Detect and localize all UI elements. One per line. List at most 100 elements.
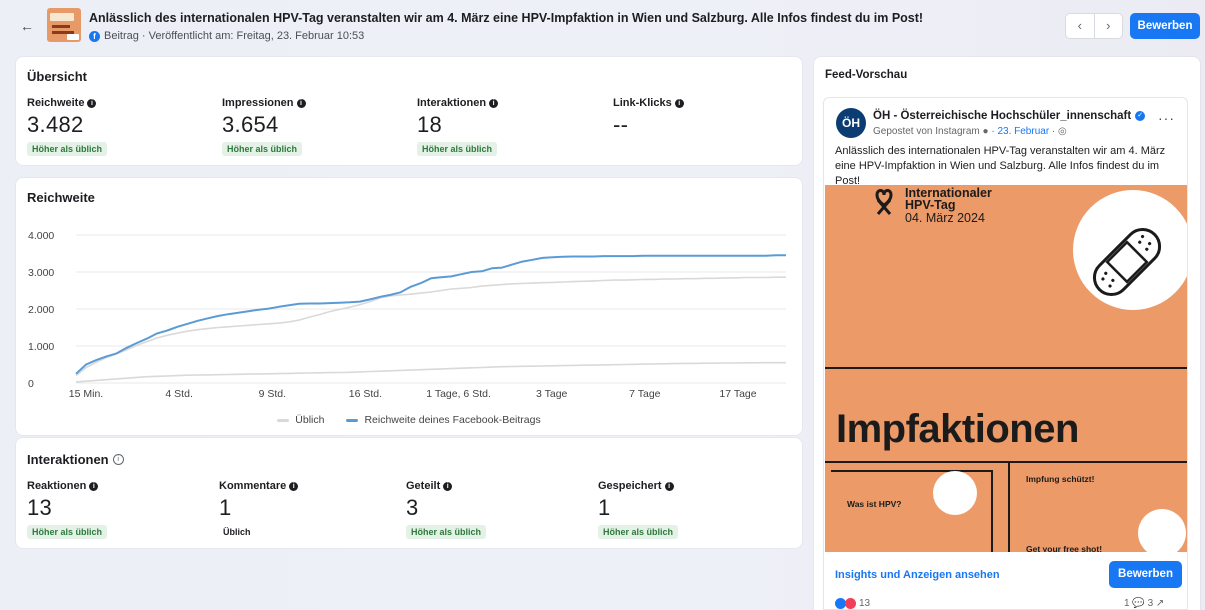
bandage-icon: [1092, 227, 1162, 297]
status-badge: Üblich: [223, 527, 251, 537]
metric-value: 13: [27, 495, 53, 520]
poster-right-subheading: Get your free shot!: [1026, 544, 1103, 552]
chart-legend: Üblich Reichweite deines Facebook-Beitra…: [16, 414, 802, 426]
poster-title: Internationaler HPV-Tag: [905, 187, 992, 212]
metric-label: Interaktionen: [417, 97, 487, 109]
back-arrow-icon[interactable]: ←: [20, 18, 34, 34]
metric-label: Reaktionen: [27, 480, 87, 492]
post-navigation: ‹ ›: [1065, 13, 1123, 39]
metric-label: Gespeichert: [598, 480, 662, 492]
more-options-icon[interactable]: ···: [1158, 110, 1175, 126]
metric-label: Geteilt: [406, 480, 441, 492]
y-tick-label: 0: [28, 378, 34, 390]
x-tick-label: 4 Std.: [165, 388, 192, 400]
status-badge: Höher als üblich: [222, 142, 303, 156]
promote-button[interactable]: Bewerben: [1109, 561, 1182, 588]
metric-value: 18: [417, 112, 443, 137]
love-icon: [845, 598, 856, 609]
y-tick-label: 4.000: [28, 230, 54, 242]
legend-swatch: [277, 418, 290, 422]
info-icon[interactable]: i: [674, 98, 684, 108]
x-tick-label: 7 Tage: [629, 388, 660, 400]
poster-left-heading: Was ist HPV?: [847, 499, 902, 509]
reach-chart-card: Reichweite 0 1.000 2.000 3.000 4.000 15 Min. 4…: [16, 178, 802, 435]
verified-badge-icon: ✓: [1135, 111, 1146, 121]
info-icon[interactable]: i: [87, 98, 97, 108]
interactions-title: Interaktionen: [27, 452, 109, 467]
x-tick-label: 17 Tage: [719, 388, 756, 400]
legend-label: Üblich: [295, 414, 325, 426]
divider: [991, 470, 993, 552]
metric-value: 3: [406, 495, 419, 520]
legend-swatch: [346, 418, 359, 422]
info-icon[interactable]: i: [289, 481, 299, 491]
posted-date-link[interactable]: 23. Februar: [997, 126, 1049, 137]
legend-label: Reichweite deines Facebook-Beitrags: [364, 414, 541, 426]
metric-label: Impressionen: [222, 97, 294, 109]
interactions-card: Interaktionen i Reaktionen i 13 Höher als…: [16, 438, 802, 548]
globe-icon: ◎: [1058, 126, 1067, 137]
reaction-count: 13: [859, 598, 871, 609]
x-tick-label: 3 Tage: [536, 388, 567, 400]
avatar[interactable]: ÖH: [836, 108, 866, 138]
page-name[interactable]: ÖH - Österreichische Hochschüler_innensc…: [873, 110, 1146, 122]
poster-date: 04. März 2024: [905, 211, 985, 225]
info-icon[interactable]: i: [443, 481, 453, 491]
x-tick-label: 15 Min.: [69, 388, 103, 400]
x-tick-label: 1 Tage, 6 Std.: [426, 388, 491, 400]
post-source: Gepostet von Instagram ● · 23. Februar ·…: [873, 126, 1067, 137]
info-icon[interactable]: i: [89, 481, 99, 491]
poster-circle: [933, 471, 977, 515]
series-line-post-reach[interactable]: [75, 254, 786, 375]
metric-value: 3.654: [222, 112, 279, 137]
series-line-typical[interactable]: [75, 361, 786, 383]
metric-link-clicks: Link-Klicks i --: [613, 97, 684, 138]
y-tick-label: 1.000: [28, 341, 54, 353]
info-icon[interactable]: i: [296, 98, 306, 108]
overview-title: Übersicht: [27, 69, 87, 84]
post-header: ← Anlässlich des internationalen HPV-Tag…: [0, 0, 1205, 52]
status-badge: Höher als üblich: [27, 142, 108, 156]
poster-headline: Impfaktionen: [836, 407, 1079, 451]
info-icon[interactable]: i: [489, 98, 499, 108]
ribbon-icon: [875, 189, 893, 215]
info-icon: ●: [982, 126, 989, 137]
x-tick-label: 16 Std.: [349, 388, 382, 400]
post-text: Anlässlich des internationalen HPV-Tag v…: [835, 145, 1166, 187]
metric-label: Kommentare: [219, 480, 287, 492]
poster-right-heading: Impfung schützt!: [1026, 474, 1095, 484]
metric-reach: Reichweite i 3.482 Höher als üblich: [27, 97, 108, 157]
series-line-typical[interactable]: [75, 276, 786, 377]
metric-shares: Geteilt i 3 Höher als üblich: [406, 480, 487, 540]
overview-card: Übersicht Reichweite i 3.482 Höher als üb…: [16, 57, 802, 165]
feed-post-preview: ÖH ÖH - Österreichische Hochschüler_inne…: [823, 97, 1188, 610]
status-badge: Höher als üblich: [27, 525, 108, 539]
metric-reactions: Reaktionen i 13 Höher als üblich: [27, 480, 108, 540]
reaction-summary: 13: [835, 598, 870, 609]
divider: [825, 367, 1187, 369]
status-badge: Höher als üblich: [417, 142, 498, 156]
post-meta-text: Beitrag · Veröffentlicht am: Freitag, 23…: [104, 30, 365, 42]
divider: [825, 461, 1187, 463]
metric-comments: Kommentare i 1 Üblich: [219, 480, 299, 540]
previous-post-button[interactable]: ‹: [1066, 14, 1095, 38]
legend-item-post-reach[interactable]: Reichweite deines Facebook-Beitrags: [346, 414, 541, 426]
metric-value: 1: [598, 495, 611, 520]
status-badge: Höher als üblich: [598, 525, 679, 539]
post-image[interactable]: Internationaler HPV-Tag 04. März 2024 Im…: [825, 185, 1187, 552]
divider: [1008, 461, 1010, 552]
facebook-icon: f: [89, 30, 100, 42]
metric-impressions: Impressionen i 3.654 Höher als üblich: [222, 97, 306, 157]
info-icon[interactable]: i: [664, 481, 674, 491]
metric-label: Reichweite: [27, 97, 85, 109]
info-circle-icon[interactable]: i: [112, 454, 124, 465]
next-post-button[interactable]: ›: [1095, 14, 1123, 38]
status-badge: Höher als üblich: [406, 525, 487, 539]
insights-link[interactable]: Insights und Anzeigen ansehen: [835, 569, 1000, 581]
post-meta: f Beitrag · Veröffentlicht am: Freitag, …: [89, 30, 364, 42]
promote-button[interactable]: Bewerben: [1130, 13, 1200, 39]
legend-item-typical[interactable]: Üblich: [277, 414, 324, 426]
feed-preview-title: Feed-Vorschau: [825, 69, 908, 81]
page-name-text: ÖH - Österreichische Hochschüler_innensc…: [873, 110, 1132, 122]
x-tick-label: 9 Std.: [259, 388, 286, 400]
